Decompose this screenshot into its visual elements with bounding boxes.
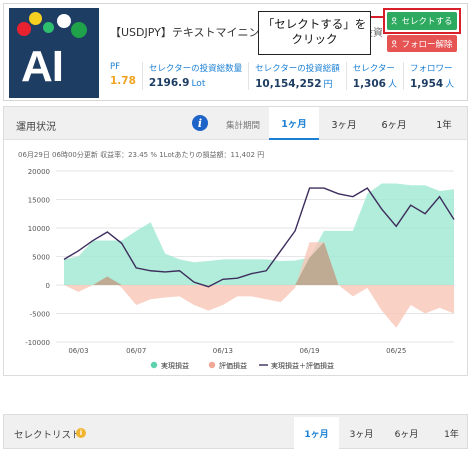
stat-label: セレクター (352, 64, 395, 74)
x-tick-label: 06/03 (68, 347, 88, 355)
x-tick-label: 06/07 (126, 347, 146, 355)
logo-dot-green (43, 22, 54, 33)
stat-value: 1,306 人 (352, 78, 397, 90)
stat-selectors: セレクター 1,306 人 (345, 62, 403, 90)
stat-label: PF (110, 62, 121, 72)
y-tick-label: 15000 (28, 197, 50, 205)
x-tick-label: 06/19 (299, 347, 319, 355)
person-plus-icon (391, 17, 398, 25)
stat-value: 2196.9 Lot (148, 77, 206, 89)
tab-1-month[interactable]: 1ヶ月 (269, 107, 319, 140)
stat-value: 1.78 (110, 75, 136, 87)
stat-total-lots: セレクターの投資総数量 2196.9 Lot (141, 62, 248, 90)
performance-header: 運用状況 i 集計期間 1ヶ月 3ヶ月 6ヶ月 1年 (4, 107, 467, 140)
select-button-label: セレクトする (401, 17, 453, 27)
select-tab-1-month[interactable]: 1ヶ月 (294, 417, 339, 449)
select-list-panel: セレクトリスト i 1ヶ月 3ヶ月 6ヶ月 1年 (3, 414, 468, 449)
unfollow-button[interactable]: フォロー解除 (387, 35, 457, 52)
legend-label-1: 評価損益 (219, 361, 247, 370)
area-series-0 (64, 183, 454, 285)
logo-dot-white (57, 14, 71, 28)
stat-value: 10,154,252 円 (255, 78, 333, 90)
x-tick-label: 06/25 (386, 347, 406, 355)
select-list-title: セレクトリスト (14, 430, 81, 441)
x-tick-label: 06/13 (213, 347, 233, 355)
logo-dot-yellow (29, 12, 42, 25)
strategy-stats: PF 1.78 セレクターの投資総数量 2196.9 Lot セレクターの投資総額… (110, 62, 466, 90)
stat-total-amount: セレクターの投資総額 10,154,252 円 (248, 62, 346, 90)
callout-line-1: 「セレクトする」を (262, 17, 367, 31)
y-tick-label: 10000 (28, 225, 50, 233)
strategy-logo: AI (9, 8, 99, 98)
select-list-tabs: 1ヶ月 3ヶ月 6ヶ月 1年 (294, 417, 474, 449)
stat-pf: PF 1.78 (110, 62, 142, 90)
logo-dot-red (17, 22, 31, 36)
pnl-chart: 20000 15000 10000 5000 0 -5000 -10000 06/03 06/0… (25, 168, 455, 370)
legend-label-0: 実現損益 (161, 361, 189, 370)
performance-title: 運用状況 (16, 122, 56, 133)
callout-line-2: クリック (291, 32, 338, 46)
instruction-callout: 「セレクトする」を クリック (258, 11, 371, 55)
y-tick-label: 0 (46, 282, 50, 290)
select-tab-1-year[interactable]: 1年 (429, 417, 474, 449)
tab-1-year[interactable]: 1年 (419, 107, 469, 140)
stat-followers: フォロワー 1,954 人 (403, 62, 460, 90)
performance-panel: 運用状況 i 集計期間 1ヶ月 3ヶ月 6ヶ月 1年 06月29日 06時00分… (3, 106, 468, 376)
tab-3-months[interactable]: 3ヶ月 (319, 107, 369, 140)
stat-value: 1,954 人 (410, 78, 455, 90)
legend-label-2: 実現損益＋評価損益 (271, 361, 334, 370)
stat-label: セレクターの投資総数量 (148, 64, 243, 74)
person-minus-icon (391, 39, 398, 47)
y-tick-label: 5000 (32, 254, 50, 262)
period-tabs: 1ヶ月 3ヶ月 6ヶ月 1年 (269, 107, 469, 140)
logo-text: AI (21, 42, 64, 91)
y-tick-label: 20000 (28, 168, 50, 176)
unfollow-button-label: フォロー解除 (401, 39, 453, 50)
logo-dot-darkgreen (71, 22, 87, 38)
y-tick-label: -5000 (30, 311, 50, 319)
y-tick-label: -10000 (25, 339, 50, 347)
tab-6-months[interactable]: 6ヶ月 (369, 107, 419, 140)
coin-icon: i (76, 428, 86, 438)
legend-marker-1 (208, 361, 216, 369)
select-button[interactable]: セレクトする (387, 12, 457, 30)
select-tab-6-months[interactable]: 6ヶ月 (384, 417, 429, 449)
info-icon[interactable]: i (192, 115, 208, 131)
period-label: 集計期間 (226, 121, 261, 131)
legend-marker-0 (150, 361, 158, 369)
stat-label: フォロワー (410, 64, 453, 74)
select-tab-3-months[interactable]: 3ヶ月 (339, 417, 384, 449)
stat-label: セレクターの投資総額 (255, 64, 340, 74)
